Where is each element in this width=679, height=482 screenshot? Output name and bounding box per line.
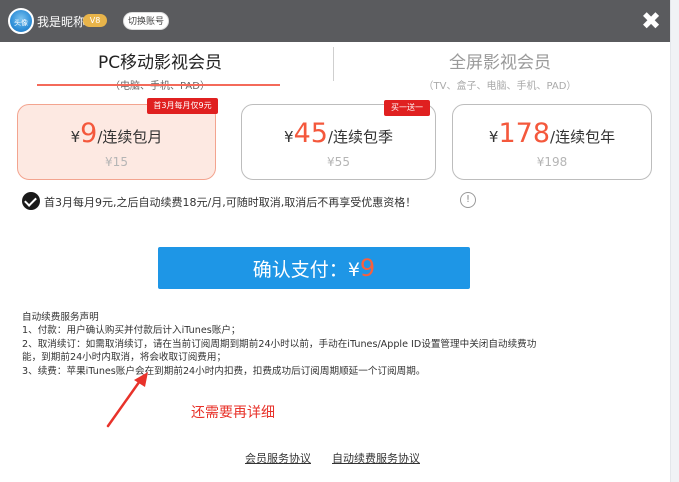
tab-title: PC移动影视会员 — [97, 53, 223, 73]
plan-original-price: ¥55 — [327, 155, 350, 169]
plan-period: /连续包月 — [97, 128, 163, 146]
avatar-label: 头像 — [14, 19, 28, 27]
pay-amount: 9 — [359, 254, 376, 282]
active-tab-indicator — [37, 84, 280, 86]
currency-symbol: ¥ — [70, 128, 81, 146]
tab-subtitle: （TV、盒子、电脑、手机、PAD） — [423, 81, 577, 92]
plan-price: ¥178/连续包年 — [453, 118, 651, 149]
info-icon[interactable]: ! — [460, 192, 476, 208]
close-icon[interactable]: ✖ — [640, 9, 662, 33]
pay-button-label: 确认支付： — [252, 259, 348, 281]
vip-purchase-dialog: 头像 我是昵称 V8 切换账号 ✖ PC移动影视会员 （电脑、手机、PAD） 全… — [0, 0, 670, 482]
promo-ribbon: 买一送一 — [384, 100, 430, 116]
window-edge — [670, 0, 679, 482]
terms-title: 自动续费服务声明 — [22, 312, 99, 323]
notice-text: 首3月每月9元,之后自动续费18元/月,可随时取消,取消后不再享受优惠资格！ — [44, 196, 417, 209]
vip-level-badge: V8 — [83, 14, 107, 27]
switch-account-button[interactable]: 切换账号 — [123, 12, 169, 30]
member-service-agreement-link[interactable]: 会员服务协议 — [245, 450, 311, 466]
plan-price: ¥9/连续包月 — [18, 118, 215, 149]
check-circle-icon[interactable] — [22, 192, 40, 210]
plan-price: ¥45/连续包季 — [242, 118, 435, 149]
title-bar: 头像 我是昵称 V8 切换账号 ✖ — [0, 0, 670, 42]
auto-renew-terms: 自动续费服务声明 1、付款：用户确认购买并付款后计入iTunes账户； 2、取消… — [22, 311, 662, 378]
plan-card-monthly[interactable]: ¥9/连续包月 ¥15 — [17, 104, 216, 180]
pay-currency: ¥ — [347, 259, 360, 281]
annotation-note: 还需要再详细 — [191, 405, 275, 421]
plan-amount: 45 — [293, 118, 328, 149]
currency-symbol: ¥ — [284, 128, 294, 146]
auto-renew-agreement-link[interactable]: 自动续费服务协议 — [332, 450, 420, 466]
plan-period: /连续包年 — [550, 128, 616, 146]
plan-original-price: ¥198 — [536, 155, 568, 169]
avatar[interactable]: 头像 — [8, 8, 34, 34]
terms-line: 1、付款：用户确认购买并付款后计入iTunes账户； — [22, 325, 241, 337]
plan-period: /连续包季 — [327, 128, 393, 146]
plan-amount: 9 — [80, 118, 98, 149]
plan-original-price: ¥15 — [105, 155, 128, 169]
terms-line: 能，到期前24小时内取消，将会收取订阅费用； — [22, 352, 227, 364]
terms-line: 2、取消续订：如需取消续订，请在当前订阅周期到期前24小时以前，手动在iTune… — [22, 338, 537, 350]
confirm-pay-button[interactable]: 确认支付：¥9 — [158, 247, 470, 289]
tab-divider — [333, 47, 334, 81]
annotation-arrow-icon — [106, 372, 148, 428]
tab-fullscreen-vip[interactable]: 全屏影视会员 （TV、盒子、电脑、手机、PAD） — [345, 48, 655, 92]
plan-amount: 178 — [498, 118, 551, 149]
tab-title: 全屏影视会员 — [449, 53, 551, 73]
promo-ribbon: 首3月每月仅9元 — [147, 98, 218, 114]
user-nickname: 我是昵称 — [37, 15, 86, 29]
plan-card-yearly[interactable]: ¥178/连续包年 ¥198 — [452, 104, 652, 180]
